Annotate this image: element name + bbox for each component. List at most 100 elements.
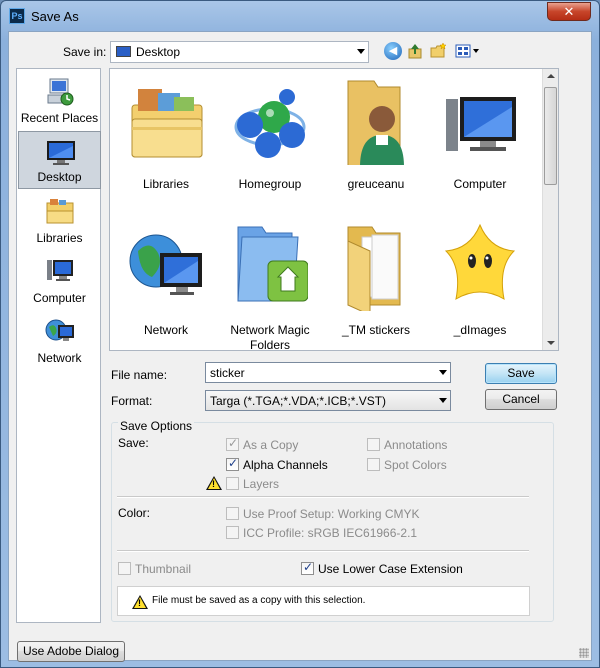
use-proof-setup-checkbox[interactable]: Use Proof Setup: Working CMYK: [226, 507, 420, 521]
checkbox-box: [367, 438, 380, 451]
warning-message-box: File must be saved as a copy with this s…: [117, 586, 530, 616]
icc-profile-label: ICC Profile: sRGB IEC61966-2.1: [243, 526, 418, 540]
close-button[interactable]: ✕: [547, 2, 591, 21]
place-label: Recent Places: [20, 111, 99, 125]
user-folder-icon: [347, 80, 404, 165]
place-label: Network: [37, 351, 82, 365]
resize-grip[interactable]: [579, 648, 589, 658]
alpha-channels-label: Alpha Channels: [243, 458, 328, 472]
network-globe-icon: [129, 234, 202, 295]
warning-icon: [132, 595, 148, 609]
scroll-down-arrow-icon[interactable]: [547, 341, 555, 345]
libraries-folder-icon: [131, 89, 203, 158]
save-in-label: Save in:: [63, 45, 107, 59]
place-desktop[interactable]: Desktop: [18, 131, 101, 189]
network-magic-folder-icon: [237, 226, 308, 302]
scroll-thumb[interactable]: [544, 87, 557, 185]
file-item-computer[interactable]: Computer: [430, 69, 530, 209]
warning-message: File must be saved as a copy with this s…: [152, 595, 366, 606]
annotations-checkbox[interactable]: Annotations: [367, 438, 447, 452]
back-icon[interactable]: ◀: [384, 42, 402, 60]
computer-icon: [47, 260, 73, 281]
file-item-greuceanu[interactable]: greuceanu: [326, 69, 426, 209]
scroll-up-arrow-icon[interactable]: [547, 74, 555, 78]
spot-colors-label: Spot Colors: [384, 458, 447, 472]
up-folder-icon[interactable]: [406, 42, 424, 60]
file-item-tm-stickers[interactable]: _TM stickers: [326, 215, 426, 350]
save-label: Save:: [118, 436, 149, 450]
recent-places-icon: [47, 78, 74, 106]
checkbox-box: [301, 560, 314, 575]
checkbox-box: [226, 526, 239, 539]
file-label: _TM stickers: [341, 323, 410, 337]
places-bar: Recent Places Desktop Libraries Computer…: [16, 68, 101, 623]
format-dropdown[interactable]: Targa (*.TGA;*.VDA;*.ICB;*.VST): [205, 390, 451, 411]
file-label: greuceanu: [347, 177, 405, 191]
checkbox-box: [367, 458, 380, 471]
thumbnail-checkbox[interactable]: Thumbnail: [118, 562, 191, 576]
format-value: Targa (*.TGA;*.VDA;*.ICB;*.VST): [210, 394, 387, 408]
file-item-dimages[interactable]: _dImages: [430, 215, 530, 350]
lower-case-extension-checkbox[interactable]: Use Lower Case Extension: [301, 560, 463, 576]
use-proof-setup-label: Use Proof Setup: Working CMYK: [243, 507, 420, 521]
file-label: Computer: [453, 177, 507, 191]
place-libraries[interactable]: Libraries: [18, 191, 101, 249]
save-in-value: Desktop: [136, 45, 181, 59]
place-computer[interactable]: Computer: [18, 251, 101, 309]
checkbox-box: [226, 507, 239, 520]
use-adobe-dialog-button[interactable]: Use Adobe Dialog: [17, 641, 125, 662]
color-label: Color:: [118, 506, 151, 520]
spot-colors-checkbox[interactable]: Spot Colors: [367, 458, 447, 472]
views-menu-icon[interactable]: [454, 42, 482, 60]
chevron-down-icon: [357, 49, 365, 54]
homegroup-icon: [234, 89, 306, 158]
chevron-down-icon[interactable]: [439, 370, 447, 375]
file-list[interactable]: Libraries Homegroup greuceanu Computer N…: [109, 68, 559, 351]
file-label: Libraries: [142, 177, 190, 191]
checkbox-box: [118, 562, 131, 575]
desktop-icon: [116, 46, 131, 57]
layers-label: Layers: [243, 477, 280, 491]
save-as-dialog: Ps Save As ✕ Save in: Desktop ◀ Recent P…: [0, 0, 600, 668]
file-label: _dImages: [453, 323, 507, 337]
checkbox-box: [226, 456, 239, 471]
alpha-channels-checkbox[interactable]: Alpha Channels: [226, 456, 328, 472]
file-item-network-magic-folders[interactable]: Network Magic Folders: [220, 215, 320, 351]
file-name-input[interactable]: sticker: [205, 362, 451, 383]
as-a-copy-label: As a Copy: [243, 438, 299, 452]
file-item-homegroup[interactable]: Homegroup: [220, 69, 320, 209]
file-item-libraries[interactable]: Libraries: [116, 69, 216, 209]
divider: [117, 496, 529, 498]
lower-case-extension-label: Use Lower Case Extension: [318, 562, 463, 576]
as-a-copy-checkbox[interactable]: As a Copy: [226, 436, 299, 452]
file-label: Homegroup: [238, 177, 302, 191]
layers-checkbox[interactable]: Layers: [226, 477, 279, 491]
checkbox-box: [226, 436, 239, 451]
libraries-icon: [46, 199, 74, 224]
file-label: Network: [143, 323, 188, 337]
dialog-body: Save in: Desktop ◀ Recent Places Desktop…: [8, 31, 592, 662]
chevron-down-icon: [439, 398, 447, 403]
file-name-label: File name:: [111, 368, 168, 382]
new-folder-icon[interactable]: [429, 42, 447, 60]
thumbnail-label: Thumbnail: [135, 562, 192, 576]
save-button[interactable]: Save: [485, 363, 557, 384]
cancel-button[interactable]: Cancel: [485, 389, 557, 410]
network-icon: [45, 319, 74, 341]
file-label: Network Magic Folders: [230, 323, 310, 351]
file-item-network[interactable]: Network: [116, 215, 216, 350]
file-name-value: sticker: [210, 366, 245, 380]
format-label: Format:: [111, 394, 153, 408]
place-label: Computer: [33, 291, 86, 305]
icc-profile-checkbox[interactable]: ICC Profile: sRGB IEC61966-2.1: [226, 526, 417, 540]
place-recent-places[interactable]: Recent Places: [18, 71, 101, 129]
title-bar: Ps Save As ✕: [1, 1, 599, 31]
computer-icon: [446, 97, 516, 151]
file-list-scrollbar[interactable]: [542, 69, 558, 350]
save-in-dropdown[interactable]: Desktop: [110, 41, 369, 63]
place-label: Desktop: [37, 170, 82, 184]
place-network[interactable]: Network: [18, 311, 101, 369]
folder-icon: [347, 226, 401, 311]
warning-icon: [206, 476, 222, 490]
save-options-title: Save Options: [118, 419, 195, 433]
